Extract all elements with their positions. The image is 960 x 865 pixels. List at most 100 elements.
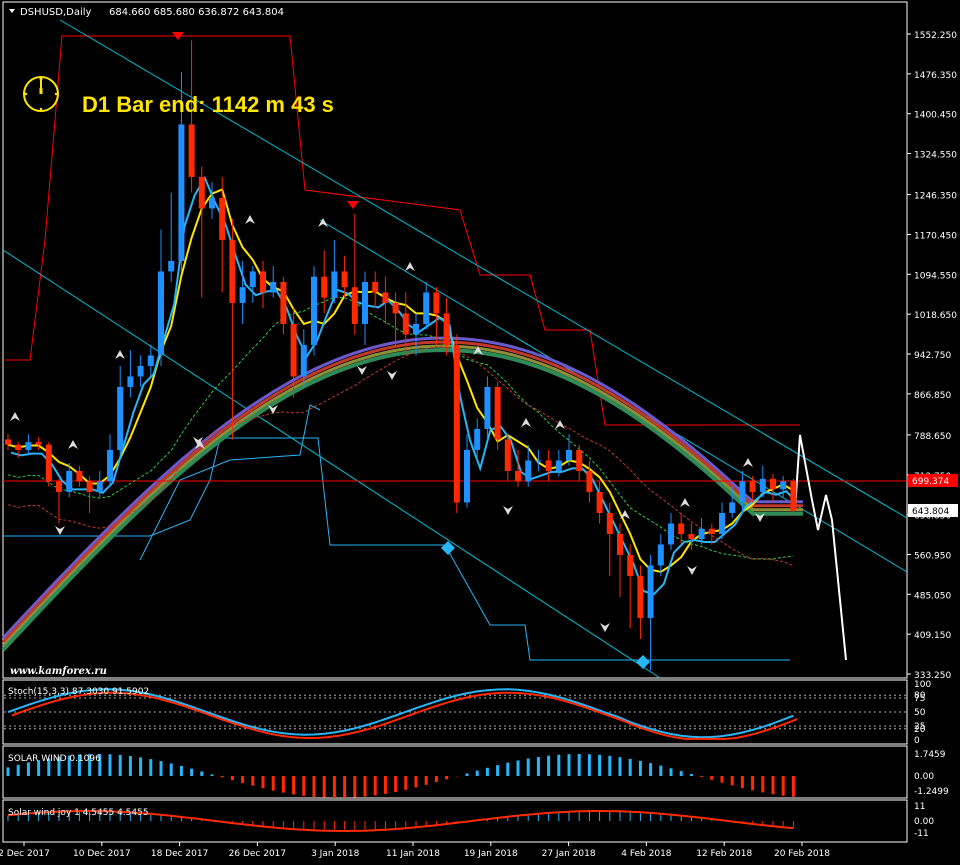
fractal-up-arrow [68,440,78,449]
solar-joy-tick-label: 0.00 [914,817,934,827]
candle-body [35,442,42,445]
candle-body [45,444,52,482]
candle-body [76,470,83,482]
candle-body [688,533,695,540]
candle-body [606,512,613,534]
candle-body [627,554,634,576]
stoch-signal-line [11,691,798,740]
price-tick-label: 1476.350 [914,71,957,81]
candle-body [382,292,389,303]
candle-body [86,481,93,492]
fractal-up-arrow [10,412,20,421]
candle-body [637,575,644,618]
candle-body [372,281,379,293]
clock-icon [23,76,59,112]
stoch-tick-label: 100 [914,680,931,690]
envelope-band-1 [1,336,803,640]
red-marker [347,201,359,209]
solar-joy-tick-label: -11 [914,829,929,839]
stoch-tick-label: 50 [914,708,926,718]
solar-joy-label: Solar wind joy 1 4.5455 4.5455 [8,808,149,818]
candle-body [566,449,572,461]
candle-body [25,442,32,450]
solar-tick-label: -1.2499 [914,787,949,797]
price-tick-label: 409.150 [914,631,951,641]
watermark: www.kamforex.ru [10,666,107,677]
fractal-up-arrow [115,350,125,359]
candle-body [300,344,307,377]
price-tick-label: 1018.650 [914,311,957,321]
candle-body [586,470,593,492]
last-price-tag-text: 643.804 [912,507,949,517]
candle-body [759,478,766,492]
candle-body [198,176,205,209]
fractal-down-arrow [687,566,697,575]
date-tick-label: 19 Jan 2018 [464,849,518,859]
candle-body [443,313,450,345]
candle-body [678,523,685,534]
candle-body [698,528,705,540]
candle-body [107,449,113,482]
candle-body [188,124,195,177]
candle-body [402,313,409,335]
candle-body [617,533,623,555]
candle-body [464,449,470,503]
candle-body [647,565,654,618]
candle-body [290,323,297,377]
candle-body [178,124,185,261]
candle-body [270,281,277,293]
solar-joy-tick-label: 11 [914,802,925,812]
candle-body [392,302,399,314]
candle-body [749,481,756,492]
candle-body [158,271,164,356]
candle-body [280,281,287,324]
price-tick-label: 485.050 [914,591,951,601]
candle-body [525,460,532,482]
candle-body [474,428,481,450]
candle-body [260,271,266,293]
ohlc-values: 684.660 685.680 636.872 643.804 [109,7,284,18]
candle-body [555,460,562,471]
date-tick-label: 3 Jan 2018 [311,849,359,859]
candle-body [147,355,154,366]
candle-body [209,197,215,209]
date-tick-label: 12 Feb 2018 [696,849,752,859]
price-tick-label: 1324.550 [914,151,957,161]
price-tick-label: 1400.450 [914,111,957,121]
candle-body [219,197,226,240]
candle-body [341,271,348,288]
red-level-tag-text: 699.374 [912,477,949,487]
fractal-up-arrow [245,215,255,224]
date-tick-label: 4 Feb 2018 [621,849,672,859]
candle-body [708,528,715,534]
date-tick-label: 10 Dec 2017 [73,849,131,859]
candle-body [657,544,664,566]
candle-body [729,502,736,513]
fractal-up-arrow [521,418,531,427]
solar-tick-label: 0.00 [914,772,934,782]
candle-body [96,481,103,492]
price-tick-label: 560.950 [914,551,951,561]
blue-diamond-marker [636,655,650,669]
date-tick-label: 20 Feb 2018 [774,849,830,859]
date-tick-label: 18 Dec 2017 [151,849,209,859]
stoch-tick-label: 20 [914,725,926,735]
candle-body [739,481,746,503]
solar-joy-panel-frame [2,799,908,843]
price-tick-label: 1246.350 [914,192,957,202]
dropdown-triangle-icon[interactable] [9,9,15,13]
fractal-down-arrow [600,623,610,632]
stoch-label: Stoch(15,3,3) 87.3030 91.5902 [8,687,149,697]
price-tick-label: 333.250 [914,671,951,681]
price-tick-label: 1094.550 [914,271,957,281]
candle-body [5,439,11,445]
candle-body [719,512,725,534]
price-tick-label: 1552.250 [914,31,957,41]
candle-body [239,287,246,303]
chart-root: 100 80 75 50 25 20 0 1.7459 0.00 -1.2499 11 0.00 -11… [0,0,960,865]
candle-body [362,281,368,324]
price-tick-label: 866.850 [914,391,951,401]
candle-body [535,460,542,462]
bar-end-banner: D1 Bar end: 1142 m 43 s [82,92,334,117]
solar-tick-label: 1.7459 [914,750,946,760]
